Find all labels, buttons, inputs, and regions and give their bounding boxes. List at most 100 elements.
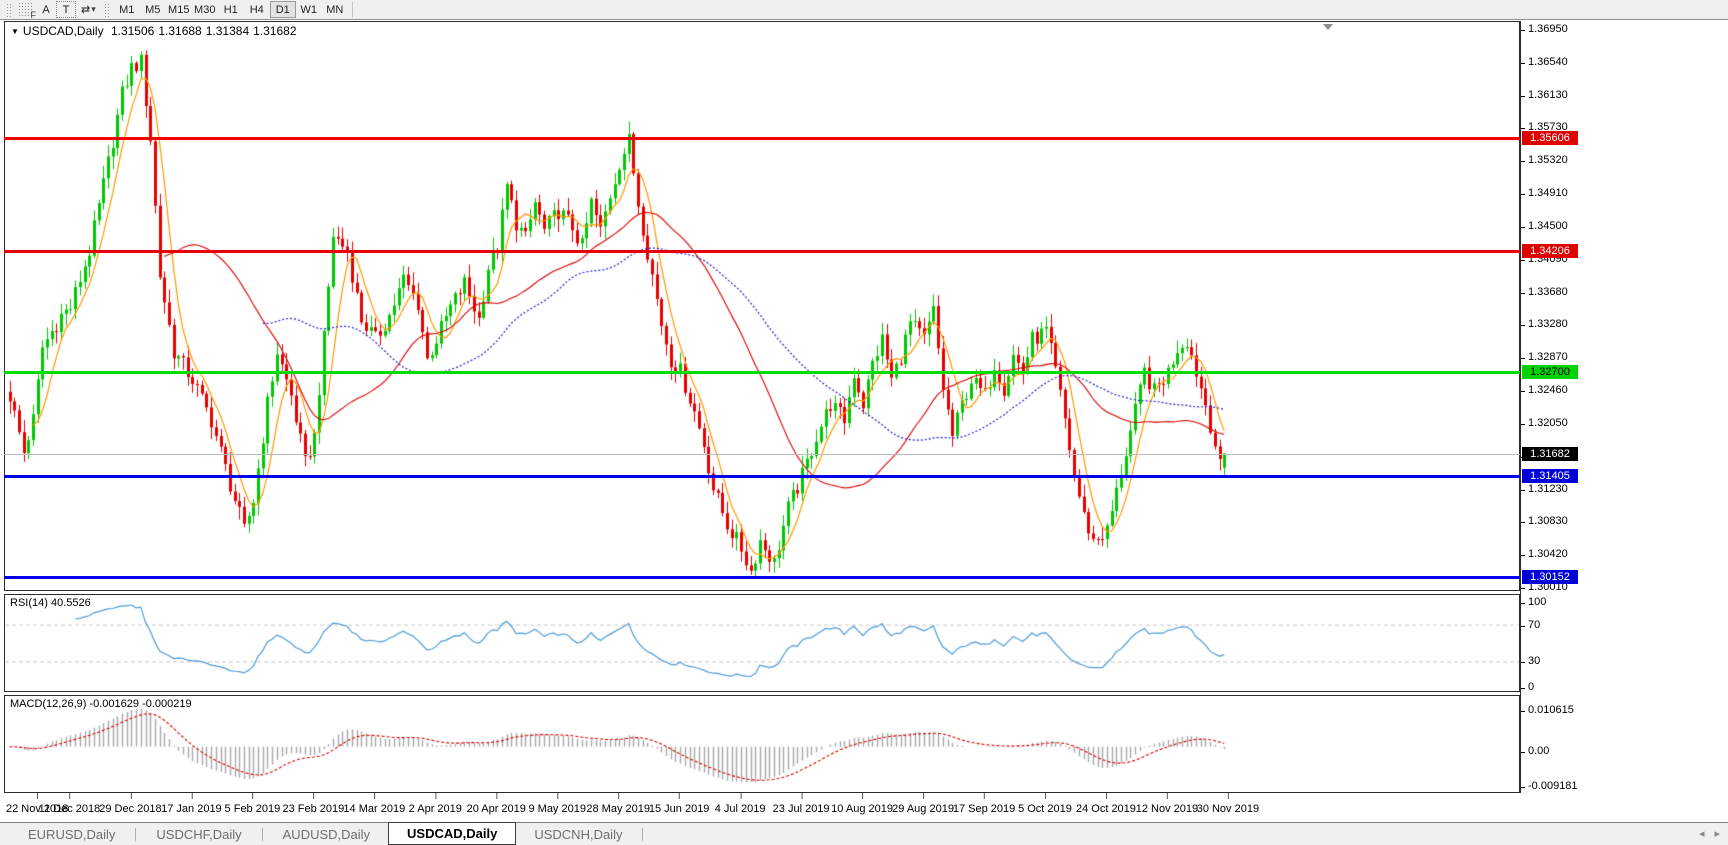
price-level-badge: 1.30152 [1522, 569, 1578, 584]
price-chart-panel: ▼ USDCAD,Daily 1.31506 1.31688 1.31384 1.316… [4, 21, 1520, 591]
macd-panel: MACD(12,26,9) -0.001629 -0.000219 [4, 695, 1520, 793]
timeframe-h4-button[interactable]: H4 [244, 1, 270, 18]
price-level-badge: 1.34206 [1522, 243, 1578, 258]
tab-separator [135, 827, 137, 841]
macd-scale-tick: 0.00 [1520, 744, 1550, 757]
rsi-panel: RSI(14) 40.5526 [4, 594, 1520, 692]
macd-chart-canvas[interactable] [5, 696, 1519, 792]
timeframe-m15-button[interactable]: M15 [166, 1, 192, 18]
date-label: 30 Nov 2019 [1196, 793, 1260, 815]
ohlc-close: 1.31682 [253, 24, 297, 38]
rsi-chart-canvas[interactable] [5, 595, 1519, 691]
toolbar-grip [6, 2, 13, 17]
price-tick: 1.32870 [1521, 351, 1568, 364]
text-tool-button[interactable]: A [36, 1, 56, 18]
current-price-line [4, 453, 1520, 455]
price-tick: 1.35320 [1521, 154, 1568, 167]
timeframe-m1-button[interactable]: M1 [114, 1, 140, 18]
macd-label: MACD(12,26,9) -0.001629 -0.000219 [10, 698, 192, 710]
date-label: 9 May 2019 [528, 793, 586, 815]
collapse-caret-icon[interactable]: ▼ [11, 27, 19, 36]
date-label: 12 Nov 2019 [1135, 793, 1199, 815]
timeframe-m30-button[interactable]: M30 [192, 1, 218, 18]
price-tick: 1.34910 [1521, 187, 1568, 200]
date-label: 23 Jul 2019 [772, 793, 830, 815]
fibonacci-icon[interactable]: F [18, 2, 37, 20]
top-toolbar: F A T ⇄ ▾ M1 M5 M15 M30 H1 H4 D1 W1 MN [0, 0, 1728, 20]
date-label: 20 Apr 2019 [466, 793, 526, 815]
price-axis: 1.36950 1.36540 1.36130 1.35730 1.35320 … [1520, 21, 1728, 793]
date-label: 23 Feb 2019 [282, 793, 345, 815]
arrows-tool-button[interactable]: ⇄ ▾ [76, 1, 101, 18]
date-label: 14 Mar 2019 [343, 793, 406, 815]
price-tick: 1.36950 [1521, 23, 1568, 35]
pivot-line-green[interactable] [4, 370, 1520, 374]
chart-region: ▼ USDCAD,Daily 1.31506 1.31688 1.31384 1.316… [0, 21, 1728, 822]
tab-audusd-daily[interactable]: AUDUSD,Daily [265, 823, 388, 845]
toolbar-separator [351, 1, 353, 18]
ohlc-low: 1.31384 [205, 24, 250, 38]
tab-separator [642, 827, 644, 841]
price-tick: 1.33680 [1521, 285, 1568, 298]
tab-usdcnh-daily[interactable]: USDCNH,Daily [516, 823, 640, 845]
tabs-scroll-left-button[interactable]: ◂ [1699, 827, 1705, 840]
tab-separator [261, 827, 263, 841]
tab-eurusd-daily[interactable]: EURUSD,Daily [10, 823, 133, 845]
price-tick: 1.36540 [1521, 55, 1568, 68]
price-tick: 1.34500 [1521, 219, 1568, 232]
timeframe-mn-button[interactable]: MN [322, 1, 348, 18]
ohlc-high: 1.31688 [158, 24, 202, 38]
timeframe-w1-button[interactable]: W1 [296, 1, 322, 18]
macd-scale-tick: -0.009181 [1521, 780, 1578, 792]
rsi-scale-tick: 100 [1520, 596, 1547, 608]
date-label: 4 Jul 2019 [714, 793, 766, 815]
current-price-badge: 1.31682 [1522, 446, 1578, 461]
macd-scale-tick: 0.010615 [1521, 704, 1574, 716]
tab-usdchf-daily[interactable]: USDCHF,Daily [138, 823, 259, 845]
timeframe-d1-button[interactable]: D1 [269, 1, 296, 18]
price-tick: 1.30830 [1521, 515, 1568, 528]
rsi-scale-tick: 30 [1520, 655, 1541, 668]
tab-usdcad-daily[interactable]: USDCAD,Daily [388, 822, 517, 845]
symbol-tabbar: EURUSD,Daily USDCHF,Daily AUDUSD,Daily U… [0, 822, 1728, 845]
date-label: 5 Feb 2019 [224, 793, 281, 815]
price-level-badge: 1.35606 [1522, 131, 1578, 146]
date-label: 17 Jan 2019 [161, 793, 222, 815]
symbol-label: USDCAD,Daily [22, 24, 104, 38]
support-line-1[interactable] [4, 474, 1520, 478]
chart-shift-marker[interactable] [1323, 24, 1333, 30]
date-label: 10 Aug 2019 [831, 793, 893, 815]
timeframe-h1-button[interactable]: H1 [218, 1, 244, 18]
resistance-line-1[interactable] [4, 137, 1520, 141]
rsi-label: RSI(14) 40.5526 [10, 597, 91, 609]
candlestick-chart-canvas[interactable] [5, 22, 1519, 590]
price-tick: 1.30420 [1521, 548, 1568, 561]
date-label: 11 Dec 2018 [38, 793, 101, 815]
date-label: 28 May 2019 [586, 793, 650, 815]
date-label: 29 Dec 2018 [99, 793, 162, 815]
date-label: 29 Aug 2019 [892, 793, 954, 815]
tabs-scroll-right-button[interactable]: ▸ [1714, 827, 1720, 840]
price-level-badge: 1.31405 [1522, 468, 1578, 483]
fibonacci-label: F [30, 10, 37, 20]
date-axis: 22 Nov 2018 11 Dec 2018 29 Dec 2018 17 J… [4, 793, 1520, 821]
support-line-2[interactable] [4, 575, 1520, 579]
tab-scroll-controls: ◂ ▸ [1699, 827, 1720, 840]
date-label: 17 Sep 2019 [952, 793, 1016, 815]
ohlc-open: 1.31506 [110, 24, 155, 38]
date-label: 24 Oct 2019 [1075, 793, 1136, 815]
price-tick: 1.31230 [1521, 482, 1568, 495]
resistance-line-2[interactable] [4, 249, 1520, 253]
chevron-down-icon: ▾ [91, 4, 96, 14]
price-tick: 1.33280 [1521, 318, 1568, 331]
price-tick: 1.32460 [1521, 384, 1568, 396]
date-label: 5 Oct 2019 [1018, 793, 1072, 815]
timeframe-m5-button[interactable]: M5 [140, 1, 166, 18]
rsi-scale-tick: 70 [1520, 618, 1541, 631]
price-level-badge: 1.32700 [1522, 364, 1578, 379]
rsi-scale-tick: 0 [1520, 681, 1535, 693]
date-label: 15 Jun 2019 [648, 793, 710, 815]
text-label-tool-button[interactable]: T [56, 1, 76, 18]
date-label: 2 Apr 2019 [408, 793, 462, 815]
chart-title: ▼ USDCAD,Daily 1.31506 1.31688 1.31384 1.316… [11, 24, 301, 38]
